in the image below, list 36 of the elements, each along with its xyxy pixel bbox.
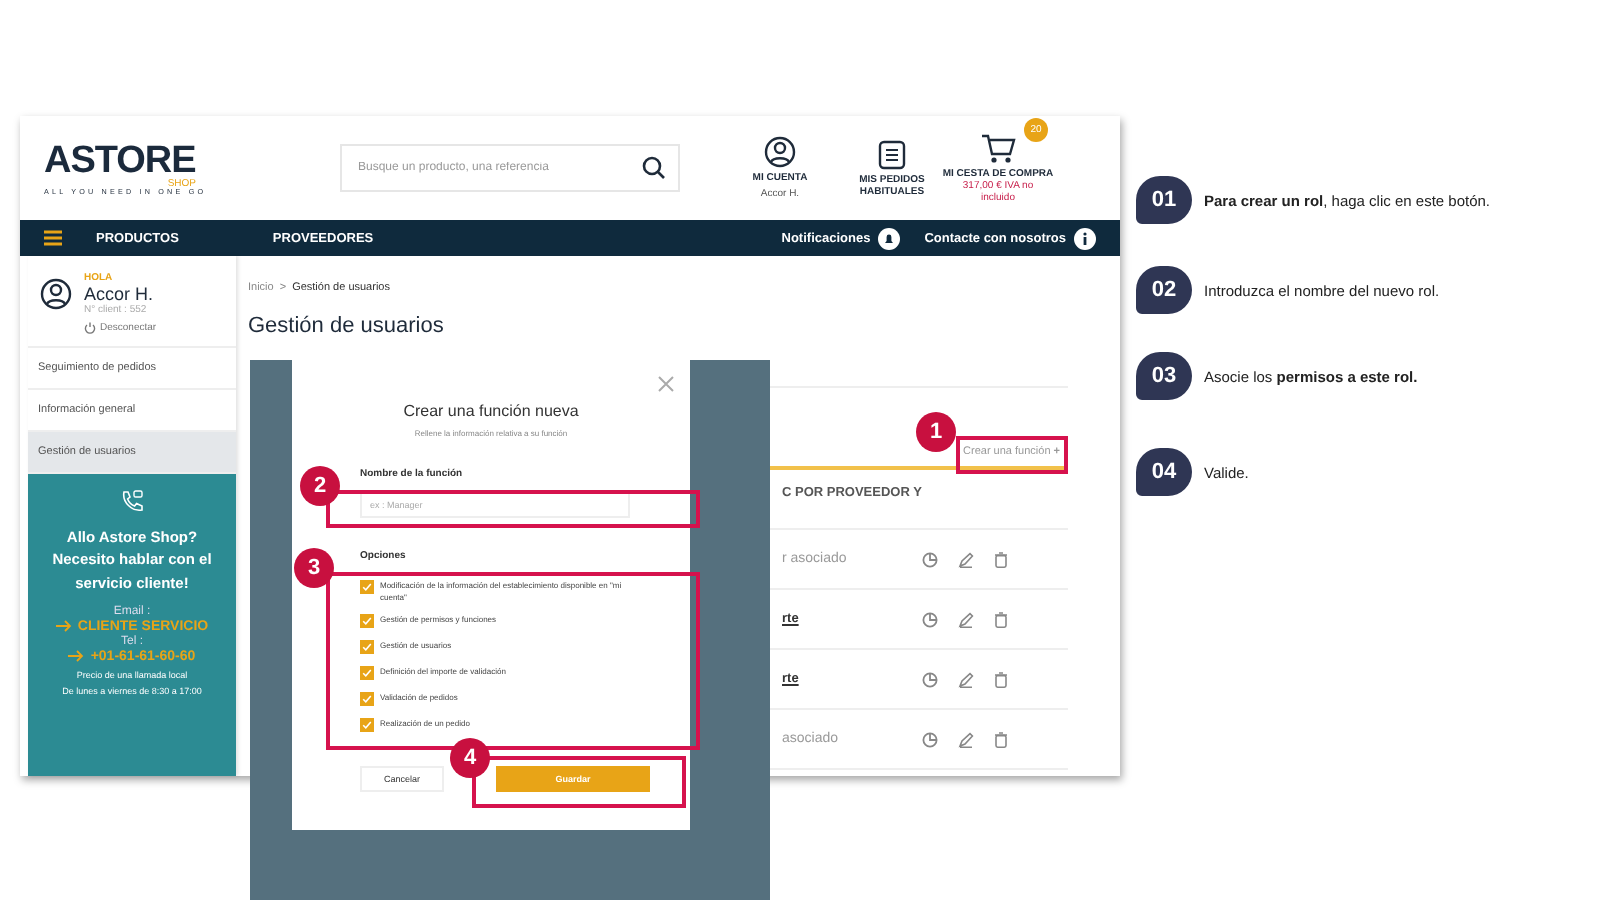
cart-icon[interactable]	[980, 133, 1016, 163]
edit-icon[interactable]	[958, 611, 974, 627]
menu-icon[interactable]	[44, 230, 62, 246]
step-number-badge: 04	[1136, 448, 1192, 496]
edit-icon[interactable]	[958, 731, 974, 747]
bell-icon[interactable]	[878, 227, 901, 249]
user-icon[interactable]	[764, 136, 796, 168]
dialog-title: Crear una función nueva	[401, 402, 581, 420]
step-number-badge: 01	[1136, 176, 1192, 224]
edit-icon[interactable]	[958, 551, 974, 567]
phone-icon	[120, 490, 144, 514]
trash-icon[interactable]	[994, 611, 1008, 627]
step-number-badge: 03	[1136, 352, 1192, 400]
trash-icon[interactable]	[994, 671, 1008, 687]
close-icon[interactable]	[658, 376, 674, 392]
checkbox[interactable]	[360, 580, 374, 594]
arrow-icon	[68, 650, 85, 663]
checkbox[interactable]	[360, 640, 374, 655]
info-icon[interactable]	[1074, 227, 1096, 249]
checkbox[interactable]	[360, 666, 374, 681]
list-icon[interactable]	[878, 139, 906, 169]
checkbox[interactable]	[360, 718, 374, 733]
highlight-frame	[956, 436, 1068, 474]
user-name: Accor H.	[84, 284, 154, 304]
trash-icon[interactable]	[994, 731, 1008, 747]
checkbox[interactable]	[360, 614, 374, 629]
user-icon	[40, 278, 72, 310]
arrow-icon	[55, 620, 72, 633]
edit-icon[interactable]	[958, 671, 974, 687]
logo-text: ASTORE	[44, 141, 196, 179]
search-icon	[642, 156, 666, 180]
power-icon[interactable]	[84, 322, 96, 334]
trash-icon[interactable]	[994, 551, 1008, 567]
checkbox[interactable]	[360, 692, 374, 707]
page-title: Gestión de usuarios	[248, 314, 446, 338]
step-number-badge: 02	[1136, 266, 1192, 314]
